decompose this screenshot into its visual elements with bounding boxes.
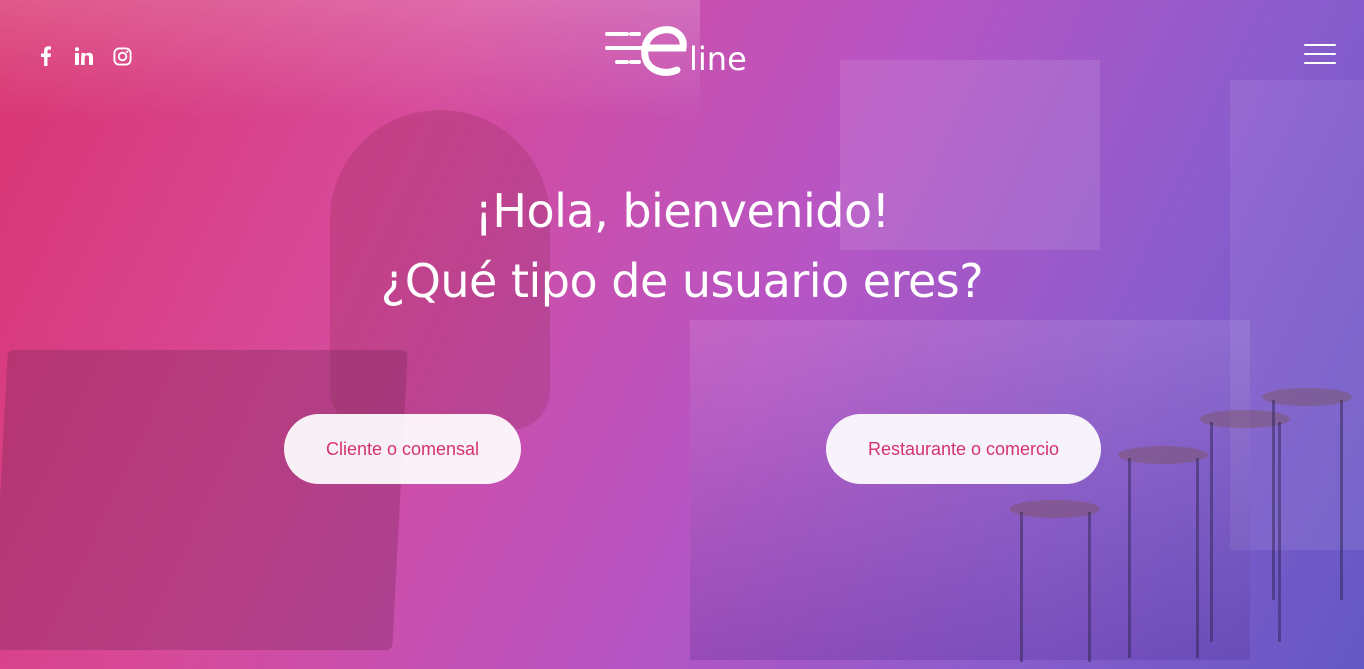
client-user-button[interactable]: Cliente o comensal xyxy=(284,414,521,484)
background-counter xyxy=(690,320,1250,660)
logo-text: line xyxy=(689,40,747,78)
menu-bar xyxy=(1304,62,1336,64)
background-stool-leg xyxy=(1128,458,1131,658)
background-stool-leg xyxy=(1278,422,1281,642)
hamburger-menu-icon[interactable] xyxy=(1304,44,1336,68)
facebook-icon[interactable] xyxy=(36,44,56,68)
restaurant-user-button[interactable]: Restaurante o comercio xyxy=(826,414,1101,484)
menu-bar xyxy=(1304,44,1336,46)
background-stool-leg xyxy=(1196,458,1199,658)
background-laptop xyxy=(0,350,408,650)
menu-bar xyxy=(1304,53,1336,55)
background-stool xyxy=(1200,410,1290,428)
linkedin-icon[interactable] xyxy=(74,44,94,68)
greeting-heading: ¡Hola, bienvenido! xyxy=(474,184,890,238)
background-stool xyxy=(1010,500,1100,518)
social-links xyxy=(36,44,132,68)
question-heading: ¿Qué tipo de usuario eres? xyxy=(380,254,984,308)
hero-background xyxy=(0,0,1364,669)
background-stool-leg xyxy=(1210,422,1213,642)
background-stool xyxy=(1118,446,1208,464)
hero-headline: ¡Hola, bienvenido! ¿Qué tipo de usuario … xyxy=(0,176,1364,316)
background-stool-leg xyxy=(1020,512,1023,662)
instagram-icon[interactable] xyxy=(112,44,132,68)
background-stool-leg xyxy=(1340,400,1343,600)
background-stool-leg xyxy=(1272,400,1275,600)
brand-logo[interactable]: line xyxy=(605,24,765,86)
background-stool xyxy=(1262,388,1352,406)
background-stool-leg xyxy=(1088,512,1091,662)
